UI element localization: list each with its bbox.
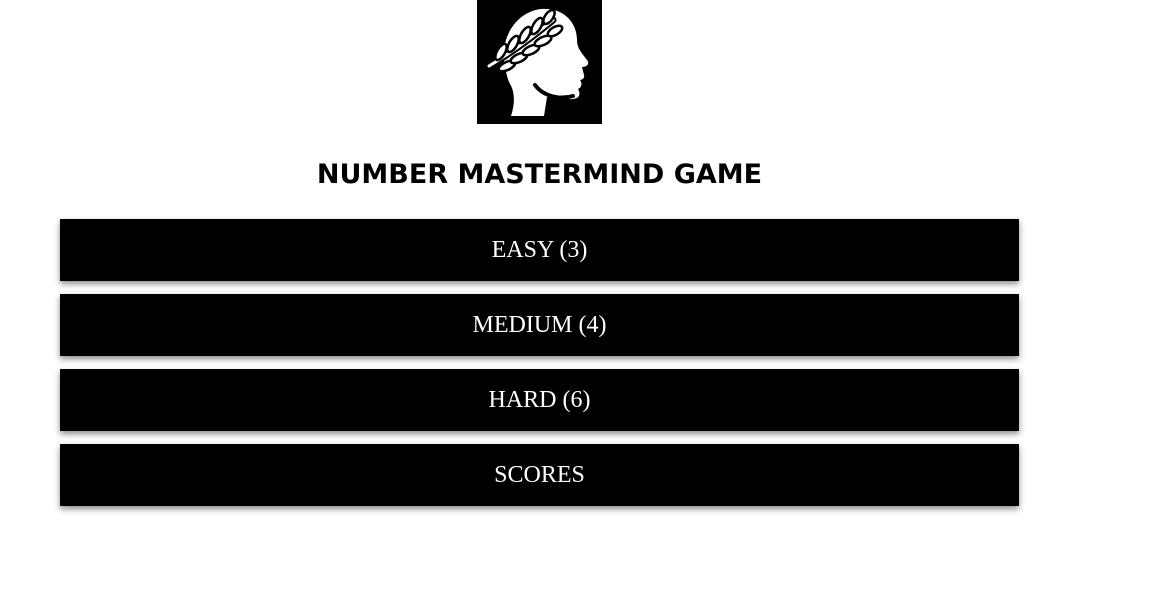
medium-button[interactable]: MEDIUM (4) [60, 294, 1019, 356]
difficulty-menu: EASY (3) MEDIUM (4) HARD (6) SCORES [60, 219, 1019, 519]
page-title: NUMBER MASTERMIND GAME [316, 159, 763, 190]
easy-button[interactable]: EASY (3) [60, 219, 1019, 281]
scores-button[interactable]: SCORES [60, 444, 1019, 506]
laurel-head-icon [477, 0, 602, 124]
main-menu-screen: NUMBER MASTERMIND GAME EASY (3) MEDIUM (… [0, 0, 1170, 597]
hard-button[interactable]: HARD (6) [60, 369, 1019, 431]
